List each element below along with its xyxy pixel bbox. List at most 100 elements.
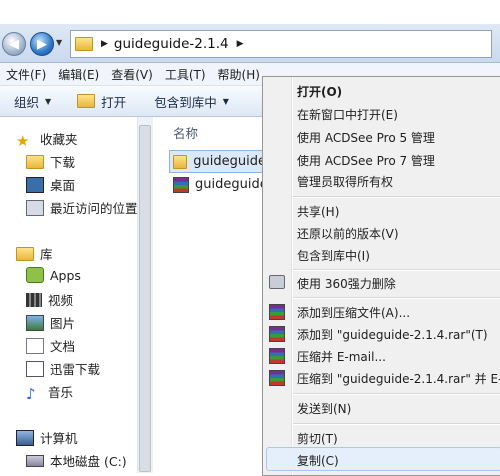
nav-apps[interactable]: Apps [26, 267, 81, 283]
desktop-icon [26, 176, 44, 193]
menu-item-open-new-window[interactable]: 在新窗口中打开(E) [297, 106, 398, 123]
menu-file[interactable]: 文件(F) [6, 66, 46, 83]
downloads-folder-icon [26, 154, 44, 169]
nav-music[interactable]: ♪ 音乐 [26, 382, 74, 403]
nav-label: 下载 [50, 155, 76, 170]
column-header-name[interactable]: 名称 [173, 123, 198, 142]
menu-item-acdsee7[interactable]: 使用 ACDSee Pro 7 管理 [297, 152, 435, 169]
folder-icon [173, 154, 188, 169]
address-field[interactable]: ▶ guideguide-2.1.4 ▶ [70, 30, 492, 58]
list-item[interactable]: guideguide [173, 174, 268, 195]
documents-icon [26, 337, 44, 354]
shredder-icon [269, 275, 285, 289]
nav-label: 最近访问的位置 [50, 201, 138, 216]
nav-scrollbar-thumb[interactable] [139, 125, 151, 472]
nav-label: Apps [50, 267, 81, 283]
chevron-down-icon: ▼ [45, 96, 52, 106]
apps-icon [26, 267, 44, 283]
video-icon [26, 292, 42, 307]
nav-label: 音乐 [48, 385, 74, 400]
nav-documents[interactable]: 文档 [26, 336, 75, 355]
nav-favorites[interactable]: ★ 收藏夹 [16, 129, 78, 150]
nav-label: 库 [40, 247, 53, 262]
nav-label: 本地磁盘 (C:) [50, 454, 127, 469]
back-arrow-icon: ◀ [9, 36, 19, 52]
address-bar: ◀ ▶ ▼ ▶ guideguide-2.1.4 ▶ [0, 24, 500, 63]
xunlei-downloads-icon [26, 360, 44, 377]
menu-separator [293, 297, 500, 299]
disk-drive-icon [26, 454, 44, 467]
menu-item-compress-email[interactable]: 压缩并 E-mail... [297, 348, 386, 365]
recent-pages-dropdown-icon[interactable]: ▼ [56, 38, 62, 47]
menu-separator [293, 423, 500, 425]
open-button[interactable]: 打开 [77, 92, 126, 111]
organize-button[interactable]: 组织 ▼ [14, 92, 51, 111]
forward-button[interactable]: ▶ [30, 32, 54, 56]
menu-separator [293, 269, 500, 271]
nav-recent-places[interactable]: 最近访问的位置 [26, 198, 138, 217]
library-icon [16, 246, 34, 261]
recent-places-icon [26, 199, 44, 216]
file-name: guideguide [195, 177, 268, 192]
menu-item-compress-rar-email[interactable]: 压缩到 "guideguide-2.1.4.rar" 并 E-m [297, 370, 500, 387]
nav-label: 收藏夹 [40, 132, 78, 147]
folder-icon [75, 37, 93, 51]
forward-arrow-icon: ▶ [37, 36, 47, 52]
nav-videos[interactable]: 视频 [26, 290, 73, 309]
nav-libraries[interactable]: 库 [16, 244, 53, 263]
winrar-archive-icon [173, 176, 189, 193]
nav-label: 视频 [48, 293, 74, 308]
nav-label: 计算机 [40, 431, 78, 446]
navigation-pane: ★ 收藏夹 下载 桌面 最近访问的位置 库 Apps 视频 图片 文档 迅雷下载… [0, 117, 153, 473]
open-folder-icon [77, 94, 96, 108]
winrar-icon [269, 348, 285, 364]
back-button[interactable]: ◀ [2, 32, 26, 56]
winrar-icon [269, 370, 285, 386]
star-icon: ★ [16, 131, 30, 150]
menu-tools[interactable]: 工具(T) [165, 66, 206, 83]
file-list: 名称 guideguide guideguide [153, 117, 268, 473]
breadcrumb-segment[interactable]: guideguide-2.1.4 [114, 36, 229, 52]
menu-view[interactable]: 查看(V) [111, 66, 153, 83]
include-in-library-button[interactable]: 包含到库中 ▼ [154, 92, 229, 111]
menu-separator [293, 393, 500, 395]
winrar-icon [269, 304, 285, 320]
nav-local-disk[interactable]: 本地磁盘 (C:) [26, 451, 127, 470]
menu-item-acdsee5[interactable]: 使用 ACDSee Pro 5 管理 [297, 129, 435, 146]
pictures-icon [26, 314, 44, 331]
menu-separator [293, 196, 500, 198]
menu-item-include-library[interactable]: 包含到库中(I) [297, 247, 370, 264]
nav-downloads[interactable]: 下载 [26, 152, 75, 171]
menu-edit[interactable]: 编辑(E) [58, 66, 99, 83]
menu-item-add-to-archive[interactable]: 添加到压缩文件(A)... [297, 304, 410, 321]
list-item[interactable]: guideguide [169, 150, 267, 173]
menu-item-360-force-delete[interactable]: 使用 360强力删除 [297, 275, 396, 292]
nav-label: 桌面 [50, 178, 76, 193]
menu-item-open[interactable]: 打开(O) [297, 83, 342, 100]
open-label: 打开 [101, 94, 127, 110]
menu-item-add-to-rar[interactable]: 添加到 "guideguide-2.1.4.rar"(T) [297, 326, 488, 343]
nav-pictures[interactable]: 图片 [26, 313, 75, 332]
nav-computer[interactable]: 计算机 [16, 428, 78, 447]
nav-label: 迅雷下载 [50, 362, 101, 377]
nav-xunlei-downloads[interactable]: 迅雷下载 [26, 359, 100, 378]
computer-icon [16, 429, 34, 446]
include-label: 包含到库中 [154, 94, 217, 110]
organize-label: 组织 [14, 94, 40, 110]
menu-item-share[interactable]: 共享(H) [297, 203, 339, 220]
winrar-icon [269, 326, 285, 342]
context-menu: 打开(O) 在新窗口中打开(E) 使用 ACDSee Pro 5 管理 使用 A… [262, 76, 500, 476]
nav-label: 图片 [50, 316, 76, 331]
menu-item-copy[interactable]: 复制(C) [297, 452, 339, 469]
menu-item-cut[interactable]: 剪切(T) [297, 430, 338, 447]
music-note-icon: ♪ [26, 384, 36, 403]
nav-desktop[interactable]: 桌面 [26, 175, 75, 194]
menu-item-take-ownership[interactable]: 管理员取得所有权 [297, 173, 393, 190]
menu-help[interactable]: 帮助(H) [218, 66, 260, 83]
chevron-down-icon: ▼ [222, 96, 229, 106]
breadcrumb-chevron-icon[interactable]: ▶ [101, 39, 108, 49]
menu-item-restore-previous[interactable]: 还原以前的版本(V) [297, 225, 399, 242]
nav-label: 文档 [50, 339, 76, 354]
menu-item-send-to[interactable]: 发送到(N) [297, 400, 351, 417]
breadcrumb-chevron-icon[interactable]: ▶ [237, 39, 244, 49]
